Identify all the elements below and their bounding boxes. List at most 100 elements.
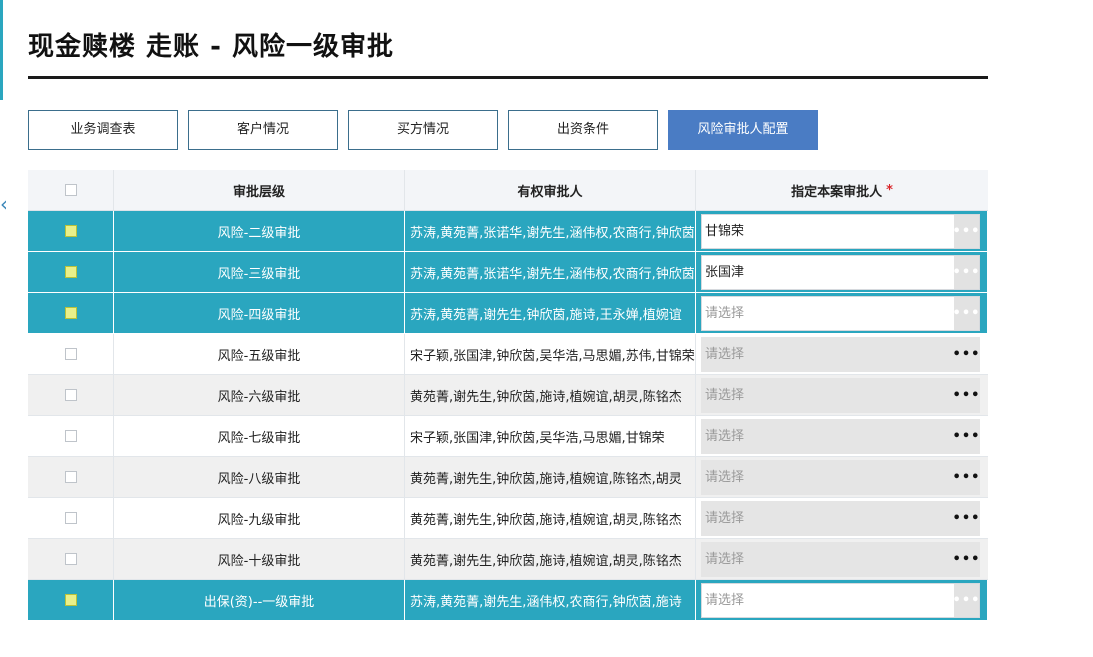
title-divider xyxy=(28,76,988,79)
tab-customer-info[interactable]: 客户情况 xyxy=(188,110,338,150)
authorized-approvers: 宋子颖,张国津,钟欣茵,吴华浩,马思媚,苏伟,甘锦荣 xyxy=(410,348,695,364)
select-all-checkbox[interactable] xyxy=(64,184,77,196)
row-checkbox[interactable] xyxy=(64,348,77,360)
assignee-value[interactable]: 请选择 xyxy=(702,420,954,453)
authorized-approvers-cell: 黄苑菁,谢先生,钟欣茵,施诗,植婉谊,陈铭杰,胡灵 xyxy=(405,457,696,497)
approval-level: 风险-五级审批 xyxy=(114,334,405,374)
approval-level: 风险-二级审批 xyxy=(114,211,405,251)
row-select-cell xyxy=(28,498,114,538)
assignee-value[interactable]: 请选择 xyxy=(702,502,954,535)
authorized-approvers-cell: 苏涛,黄苑菁,谢先生,涵伟权,农商行,钟欣茵,施诗 xyxy=(405,580,696,620)
assignee-value[interactable]: 甘锦荣 xyxy=(702,215,954,248)
approval-level: 风险-九级审批 xyxy=(114,498,405,538)
more-options-icon[interactable]: ••• xyxy=(953,501,979,535)
collapse-chevron-icon[interactable]: ‹ xyxy=(0,186,6,222)
authorized-approvers-cell: 苏涛,黄苑菁,张诺华,谢先生,涵伟权,农商行,钟欣茵 xyxy=(405,211,696,251)
assignee-picker[interactable]: 请选择 ••• xyxy=(701,336,980,372)
assignee-value[interactable]: 请选择 xyxy=(702,297,954,330)
authorized-approvers-cell: 黄苑菁,谢先生,钟欣茵,施诗,植婉谊,胡灵,陈铭杰 xyxy=(405,539,696,579)
assignee-picker[interactable]: 请选择 ••• xyxy=(701,377,980,413)
row-checkbox[interactable] xyxy=(64,307,77,319)
approval-level: 风险-六级审批 xyxy=(114,375,405,415)
more-options-icon[interactable]: ••• xyxy=(953,378,979,412)
row-checkbox[interactable] xyxy=(64,553,77,565)
assignee-cell: 请选择 ••• xyxy=(696,416,988,456)
authorized-approvers: 苏涛,黄苑菁,谢先生,钟欣茵,施诗,王永婵,植婉谊 xyxy=(410,307,682,323)
header-assign: 指定本案审批人 * xyxy=(696,170,988,210)
table-row[interactable]: 风险-四级审批 苏涛,黄苑菁,谢先生,钟欣茵,施诗,王永婵,植婉谊 请选择 ••• xyxy=(28,293,988,334)
assignee-picker[interactable]: 甘锦荣 ••• xyxy=(701,213,980,249)
row-checkbox[interactable] xyxy=(64,594,77,606)
more-options-icon[interactable]: ••• xyxy=(953,419,979,453)
assignee-value[interactable]: 请选择 xyxy=(702,584,954,617)
tab-risk-approver-config[interactable]: 风险审批人配置 xyxy=(668,110,818,150)
assignee-cell: 请选择 ••• xyxy=(696,457,988,497)
assignee-picker[interactable]: 张国津 ••• xyxy=(701,254,980,290)
authorized-approvers: 黄苑菁,谢先生,钟欣茵,施诗,植婉谊,陈铭杰,胡灵 xyxy=(410,471,682,487)
table-row[interactable]: 风险-三级审批 苏涛,黄苑菁,张诺华,谢先生,涵伟权,农商行,钟欣茵 张国津 ••• xyxy=(28,252,988,293)
authorized-approvers-cell: 苏涛,黄苑菁,张诺华,谢先生,涵伟权,农商行,钟欣茵 xyxy=(405,252,696,292)
more-options-icon[interactable]: ••• xyxy=(953,460,979,494)
assignee-cell: 请选择 ••• xyxy=(696,580,988,620)
approval-level: 风险-三级审批 xyxy=(114,252,405,292)
table-row[interactable]: 风险-五级审批 宋子颖,张国津,钟欣茵,吴华浩,马思媚,苏伟,甘锦荣 请选择 ••• xyxy=(28,334,988,375)
assignee-picker[interactable]: 请选择 ••• xyxy=(701,295,980,331)
assignee-picker[interactable]: 请选择 ••• xyxy=(701,459,980,495)
row-checkbox[interactable] xyxy=(64,512,77,524)
approval-table: 审批层级 有权审批人 指定本案审批人 * 风险-二级审批 苏涛,黄苑菁,张诺华,谢… xyxy=(28,170,988,621)
row-checkbox[interactable] xyxy=(64,225,77,237)
tab-business-survey[interactable]: 业务调查表 xyxy=(28,110,178,150)
assignee-value[interactable]: 张国津 xyxy=(702,256,954,289)
row-select-cell xyxy=(28,293,114,333)
tab-buyer-info[interactable]: 买方情况 xyxy=(348,110,498,150)
authorized-approvers: 黄苑菁,谢先生,钟欣茵,施诗,植婉谊,胡灵,陈铭杰 xyxy=(410,512,682,528)
row-select-cell xyxy=(28,375,114,415)
table-row[interactable]: 出保(资)--一级审批 苏涛,黄苑菁,谢先生,涵伟权,农商行,钟欣茵,施诗 请选择 •… xyxy=(28,580,988,621)
more-options-icon[interactable]: ••• xyxy=(953,542,979,576)
assignee-value[interactable]: 请选择 xyxy=(702,379,954,412)
page-title: 现金赎楼 走账 - 风险一级审批 xyxy=(28,32,394,62)
more-options-icon[interactable]: ••• xyxy=(953,255,979,289)
assignee-cell: 请选择 ••• xyxy=(696,539,988,579)
row-checkbox[interactable] xyxy=(64,430,77,442)
authorized-approvers: 苏涛,黄苑菁,张诺华,谢先生,涵伟权,农商行,钟欣茵 xyxy=(410,225,695,241)
more-options-icon[interactable]: ••• xyxy=(953,214,979,248)
authorized-approvers-cell: 黄苑菁,谢先生,钟欣茵,施诗,植婉谊,胡灵,陈铭杰 xyxy=(405,498,696,538)
left-accent-bar xyxy=(0,0,3,100)
assignee-picker[interactable]: 请选择 ••• xyxy=(701,418,980,454)
authorized-approvers-cell: 宋子颖,张国津,钟欣茵,吴华浩,马思媚,甘锦荣 xyxy=(405,416,696,456)
assignee-cell: 张国津 ••• xyxy=(696,252,988,292)
approval-level: 风险-四级审批 xyxy=(114,293,405,333)
more-options-icon[interactable]: ••• xyxy=(953,583,979,617)
row-checkbox[interactable] xyxy=(64,471,77,483)
assignee-picker[interactable]: 请选择 ••• xyxy=(701,582,980,618)
assignee-picker[interactable]: 请选择 ••• xyxy=(701,541,980,577)
table-row[interactable]: 风险-十级审批 黄苑菁,谢先生,钟欣茵,施诗,植婉谊,胡灵,陈铭杰 请选择 ••• xyxy=(28,539,988,580)
assignee-value[interactable]: 请选择 xyxy=(702,338,954,371)
table-row[interactable]: 风险-七级审批 宋子颖,张国津,钟欣茵,吴华浩,马思媚,甘锦荣 请选择 ••• xyxy=(28,416,988,457)
approval-level: 出保(资)--一级审批 xyxy=(114,580,405,620)
assignee-picker[interactable]: 请选择 ••• xyxy=(701,500,980,536)
header-assign-label: 指定本案审批人 xyxy=(791,184,883,200)
approval-level: 风险-八级审批 xyxy=(114,457,405,497)
assignee-cell: 请选择 ••• xyxy=(696,498,988,538)
more-options-icon[interactable]: ••• xyxy=(953,337,979,371)
table-row[interactable]: 风险-八级审批 黄苑菁,谢先生,钟欣茵,施诗,植婉谊,陈铭杰,胡灵 请选择 ••• xyxy=(28,457,988,498)
row-checkbox[interactable] xyxy=(64,389,77,401)
row-checkbox[interactable] xyxy=(64,266,77,278)
assignee-cell: 甘锦荣 ••• xyxy=(696,211,988,251)
more-options-icon[interactable]: ••• xyxy=(953,296,979,330)
header-approvers: 有权审批人 xyxy=(405,170,696,210)
header-level: 审批层级 xyxy=(114,170,405,210)
table-row[interactable]: 风险-六级审批 黄苑菁,谢先生,钟欣茵,施诗,植婉谊,胡灵,陈铭杰 请选择 ••• xyxy=(28,375,988,416)
required-mark: * xyxy=(886,182,893,198)
approval-level: 风险-十级审批 xyxy=(114,539,405,579)
assignee-value[interactable]: 请选择 xyxy=(702,543,954,576)
table-row[interactable]: 风险-二级审批 苏涛,黄苑菁,张诺华,谢先生,涵伟权,农商行,钟欣茵 甘锦荣 ••• xyxy=(28,211,988,252)
assignee-cell: 请选择 ••• xyxy=(696,334,988,374)
authorized-approvers: 苏涛,黄苑菁,谢先生,涵伟权,农商行,钟欣茵,施诗 xyxy=(410,594,682,610)
tab-funding-conditions[interactable]: 出资条件 xyxy=(508,110,658,150)
table-row[interactable]: 风险-九级审批 黄苑菁,谢先生,钟欣茵,施诗,植婉谊,胡灵,陈铭杰 请选择 ••• xyxy=(28,498,988,539)
table-body: 风险-二级审批 苏涛,黄苑菁,张诺华,谢先生,涵伟权,农商行,钟欣茵 甘锦荣 ••• 风… xyxy=(28,211,988,621)
assignee-value[interactable]: 请选择 xyxy=(702,461,954,494)
